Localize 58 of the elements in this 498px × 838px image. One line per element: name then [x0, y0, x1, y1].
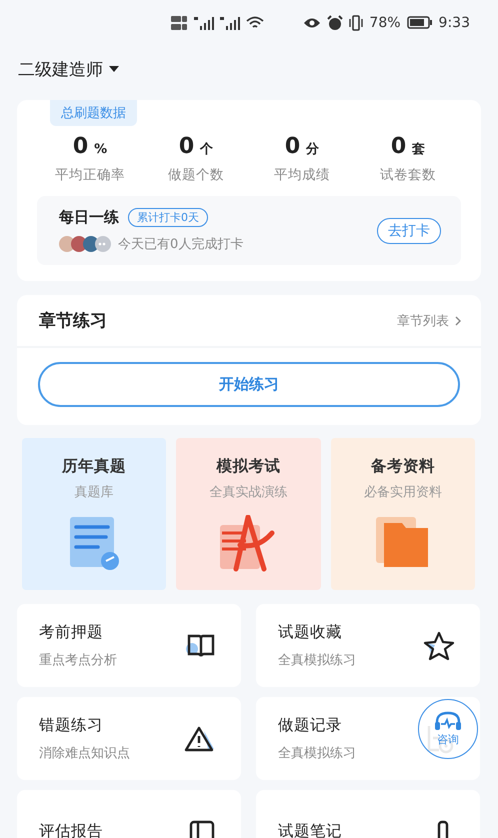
warning-icon [184, 724, 216, 752]
stat-unit: 分 [306, 141, 320, 158]
feature-subtitle: 全真模拟练习 [278, 745, 356, 762]
feature-card[interactable]: 错题练习 消除难点知识点 [17, 697, 241, 780]
feature-card[interactable]: 评估报告 [17, 790, 241, 838]
tile-title: 模拟考试 [216, 456, 280, 477]
section-title: 章节练习 [39, 310, 107, 332]
start-practice-button[interactable]: 开始练习 [38, 362, 460, 407]
battery-percent: 78% [369, 14, 401, 30]
headset-icon [433, 711, 463, 731]
eye-icon [303, 16, 322, 28]
feature-subtitle: 消除难点知识点 [39, 745, 130, 762]
stat-label: 平均成绩 [274, 166, 330, 184]
stat-value: 0 [284, 134, 300, 159]
stat-label: 平均正确率 [55, 166, 125, 184]
feature-card[interactable]: 试题收藏 全真模拟练习 [256, 604, 480, 687]
category-tile[interactable]: 模拟考试 全真实战演练 [176, 438, 321, 590]
alarm-icon [327, 14, 344, 30]
stat-value: 0 [72, 134, 88, 159]
tile-subtitle: 必备实用资料 [364, 484, 442, 501]
stat-value: 0 [178, 134, 194, 159]
stat-value: 0 [390, 134, 406, 159]
feature-title: 试题收藏 [278, 622, 343, 643]
daily-title: 每日一练 [59, 208, 119, 227]
stat-unit: 个 [200, 141, 214, 158]
book-icon [186, 632, 216, 658]
exam-selector[interactable]: 二级建造师 [18, 58, 103, 80]
category-tile[interactable]: 历年真题 真题库 [22, 438, 166, 590]
caret-icon[interactable] [109, 66, 119, 72]
stat-unit: 套 [412, 141, 426, 158]
stat-label: 试卷套数 [380, 166, 436, 184]
chevron-icon [455, 316, 461, 326]
battery-icon [406, 16, 433, 29]
feature-card[interactable]: 考前押题 重点考点分析 [17, 604, 241, 687]
vibrate-icon [349, 14, 364, 30]
feature-card[interactable]: 试题笔记 [256, 790, 480, 838]
tile-subtitle: 全真实战演练 [209, 484, 288, 501]
signal-icon [220, 16, 240, 30]
star-icon [423, 630, 455, 660]
feature-title: 错题练习 [39, 715, 104, 736]
stat-label: 做题个数 [168, 166, 224, 184]
streak-badge: 累计打卡0天 [128, 208, 208, 227]
stat-unit: % [94, 142, 108, 157]
tile-title: 备考资料 [370, 456, 435, 477]
feature-subtitle: 重点考点分析 [39, 652, 117, 669]
clock-time: 9:33 [438, 14, 470, 30]
feature-subtitle: 全真模拟练习 [278, 652, 356, 669]
category-tile[interactable]: 备考资料 必备实用资料 [330, 438, 475, 590]
signal-icon [194, 16, 214, 30]
feature-title: 做题记录 [278, 715, 343, 736]
feature-title: 试题笔记 [278, 821, 342, 838]
tile-title: 历年真题 [62, 456, 126, 477]
feature-title: 评估报告 [39, 821, 103, 838]
tile-subtitle: 真题库 [74, 484, 114, 501]
feature-title: 考前押题 [39, 622, 104, 643]
chapter-list-link[interactable]: 章节列表 [397, 312, 461, 330]
checkin-note: 今天已有0人完成打卡 [118, 236, 244, 253]
wifi-icon [246, 16, 264, 30]
